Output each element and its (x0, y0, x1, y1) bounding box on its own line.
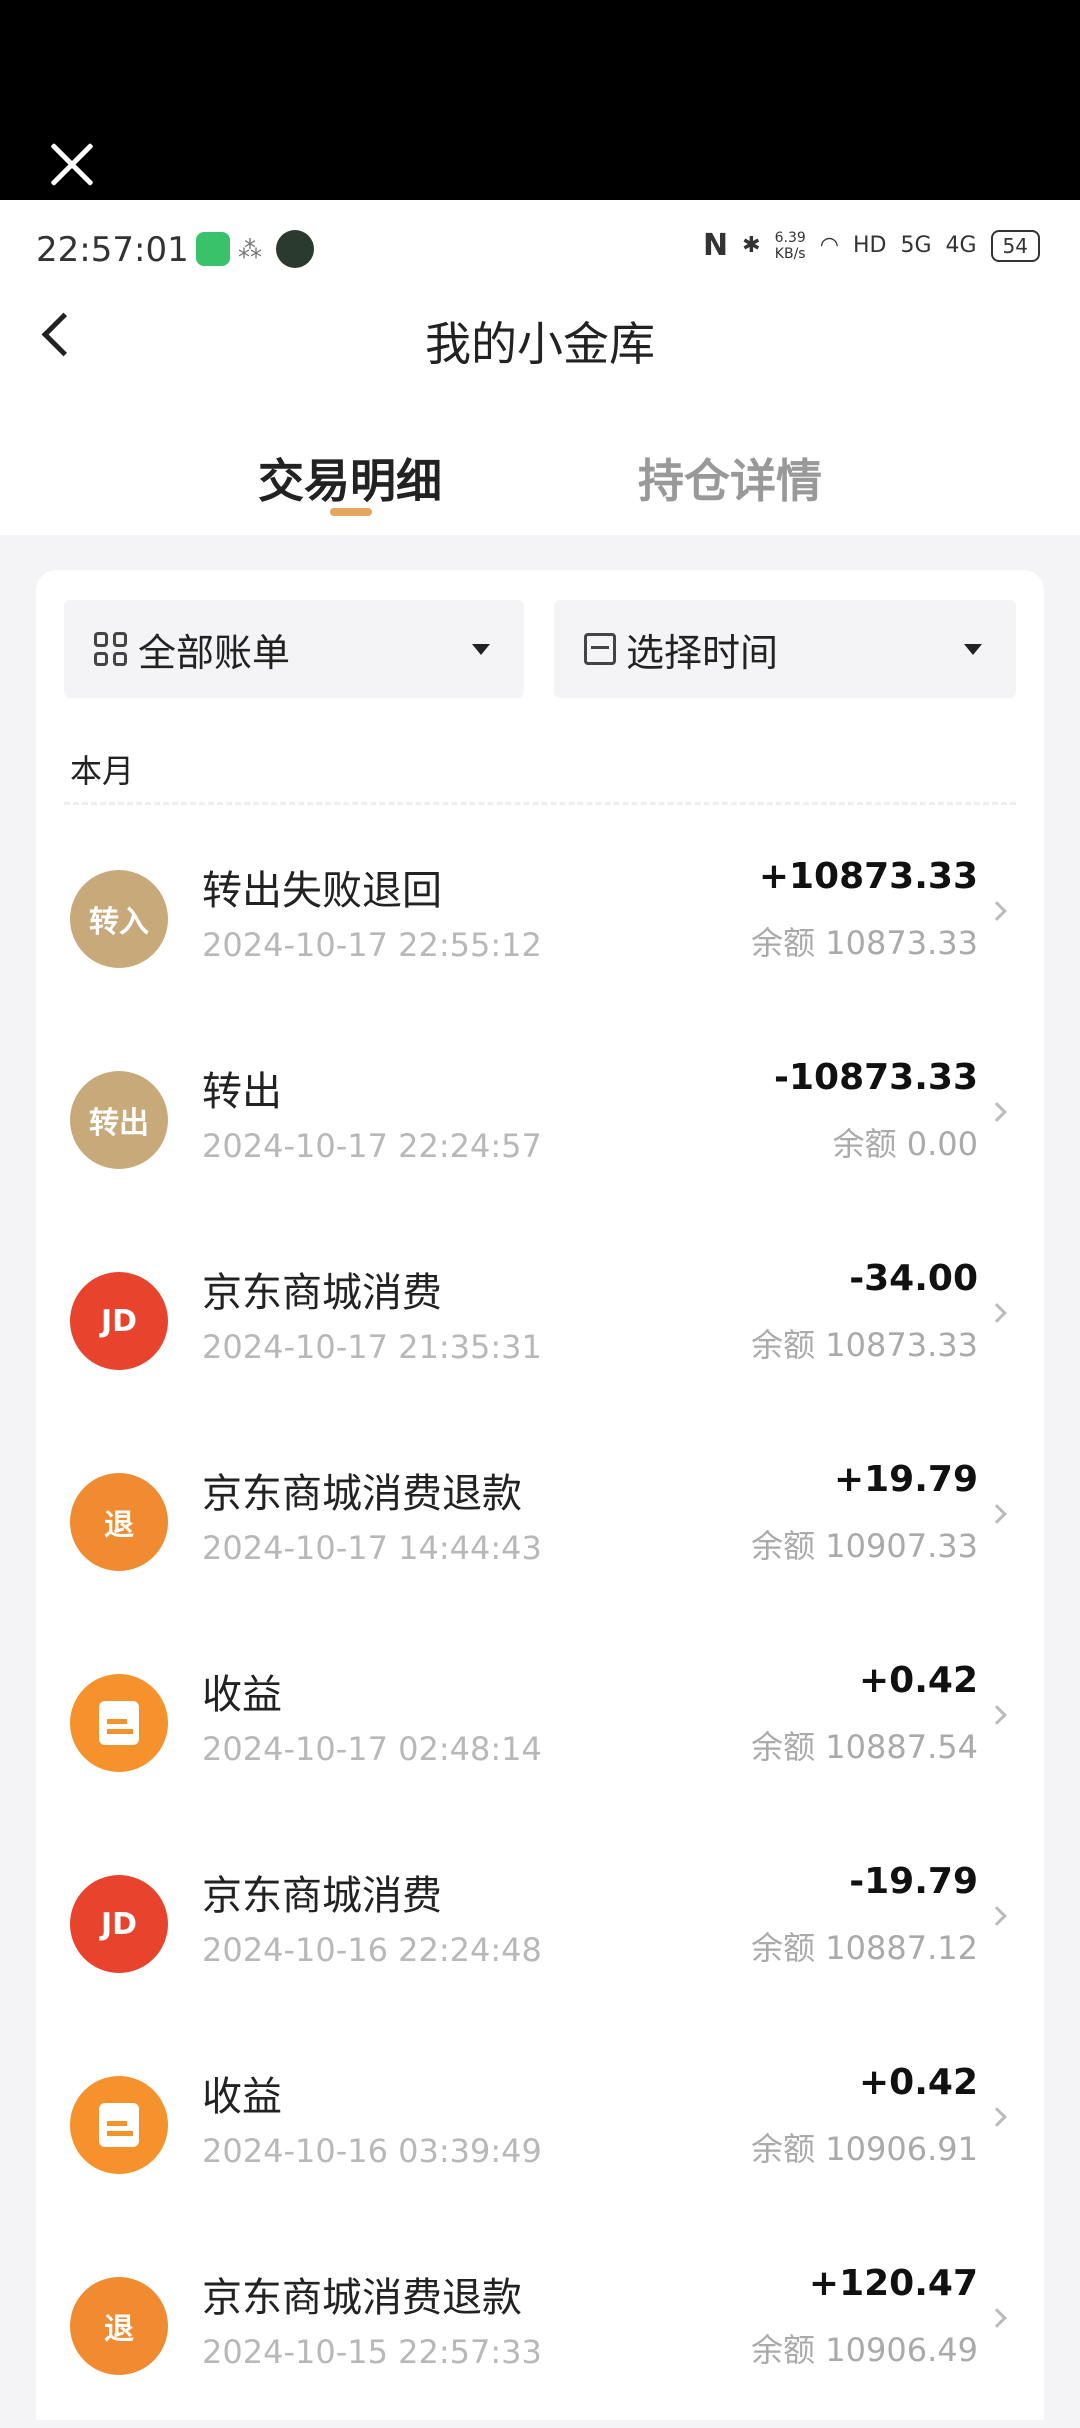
transaction-time: 2024-10-17 02:48:14 (202, 1730, 542, 1768)
caret-down-icon (472, 644, 490, 655)
grid-icon (94, 632, 128, 666)
app-header: 22:57:01 ⁂ N ✱ 6.39 KB/s ◠ HD 5G 4G 54 我… (0, 200, 1080, 535)
transaction-balance: 余额 10906.49 (751, 2331, 978, 2369)
tab-transactions[interactable]: 交易明细 (258, 445, 442, 511)
section-label: 本月 (70, 752, 135, 790)
transaction-amount: +0.42 (859, 2062, 978, 2103)
transaction-title: 京东商城消费 (202, 1270, 442, 1316)
transaction-amount: +120.47 (808, 2263, 978, 2304)
transaction-time: 2024-10-15 22:57:33 (202, 2333, 542, 2371)
transaction-amount: +0.42 (859, 1660, 978, 1701)
transaction-balance: 余额 10873.33 (751, 1326, 978, 1364)
transaction-balance: 余额 0.00 (832, 1125, 978, 1163)
transfer-in-icon: 转入 (70, 870, 168, 968)
refund-icon: 退 (70, 1473, 168, 1571)
transaction-row[interactable]: 退 京东商城消费退款 2024-10-15 22:57:33 +120.47 余… (36, 2227, 1044, 2428)
jd-icon: JD (70, 1272, 168, 1370)
transaction-title: 转出失败退回 (202, 868, 442, 914)
active-tab-indicator (330, 508, 372, 516)
viewer-overlay-bar (0, 0, 1080, 200)
status-time: 22:57:01 (36, 230, 189, 270)
transaction-amount: -19.79 (849, 1861, 978, 1902)
refund-icon: 退 (70, 2277, 168, 2375)
transaction-time: 2024-10-16 22:24:48 (202, 1931, 542, 1969)
caret-down-icon (964, 644, 982, 655)
dashed-divider (64, 802, 1016, 805)
app-notification-icon: ⁂ (238, 236, 262, 264)
transaction-balance: 余额 10907.33 (751, 1527, 978, 1565)
chevron-right-icon (987, 1303, 1007, 1323)
transaction-row[interactable]: 转出 转出 2024-10-17 22:24:57 -10873.33 余额 0… (36, 1021, 1044, 1222)
time-filter-label: 选择时间 (626, 630, 779, 675)
status-bar: 22:57:01 ⁂ N ✱ 6.39 KB/s ◠ HD 5G 4G 54 (0, 200, 1080, 300)
transaction-amount: +10873.33 (758, 856, 978, 897)
transaction-balance: 余额 10887.12 (751, 1929, 978, 1967)
net-speed: 6.39 KB/s (775, 230, 806, 262)
chevron-right-icon (987, 2107, 1007, 2127)
transaction-balance: 余额 10887.54 (751, 1728, 978, 1766)
avatar-notification-icon (276, 230, 314, 268)
bluetooth-icon: ✱ (742, 233, 761, 258)
transaction-list: 转入 转出失败退回 2024-10-17 22:55:12 +10873.33 … (36, 820, 1044, 2428)
chevron-right-icon (987, 1906, 1007, 1926)
transaction-row[interactable]: JD 京东商城消费 2024-10-16 22:24:48 -19.79 余额 … (36, 1825, 1044, 2026)
transaction-time: 2024-10-17 21:35:31 (202, 1328, 542, 1366)
calendar-icon (584, 633, 616, 665)
bill-type-label: 全部账单 (138, 630, 291, 675)
status-indicators: N ✱ 6.39 KB/s ◠ HD 5G 4G 54 (703, 228, 1040, 263)
chevron-right-icon (987, 1102, 1007, 1122)
transaction-time: 2024-10-16 03:39:49 (202, 2132, 542, 2170)
chevron-right-icon (987, 1705, 1007, 1725)
transaction-time: 2024-10-17 14:44:43 (202, 1529, 542, 1567)
battery-icon: 54 (990, 229, 1040, 262)
transactions-card: 全部账单 选择时间 本月 转入 转出失败退回 2024-10-17 22:55:… (36, 570, 1044, 2420)
document-icon (99, 1701, 139, 1745)
transaction-row[interactable]: 退 京东商城消费退款 2024-10-17 14:44:43 +19.79 余额… (36, 1423, 1044, 1624)
earnings-icon (70, 2076, 168, 2174)
hd-badge: HD (852, 233, 887, 258)
earnings-icon (70, 1674, 168, 1772)
transaction-row[interactable]: JD 京东商城消费 2024-10-17 21:35:31 -34.00 余额 … (36, 1222, 1044, 1423)
wifi-icon: ◠ (819, 233, 839, 258)
signal-5g: 5G (900, 233, 932, 258)
bill-type-filter[interactable]: 全部账单 (64, 600, 524, 698)
transaction-row[interactable]: 转入 转出失败退回 2024-10-17 22:55:12 +10873.33 … (36, 820, 1044, 1021)
time-filter[interactable]: 选择时间 (554, 600, 1016, 698)
transaction-balance: 余额 10906.91 (751, 2130, 978, 2168)
transaction-title: 收益 (202, 2074, 282, 2120)
document-icon (99, 2103, 139, 2147)
transaction-time: 2024-10-17 22:55:12 (202, 926, 542, 964)
chevron-right-icon (987, 901, 1007, 921)
transaction-amount: -10873.33 (774, 1057, 978, 1098)
transaction-row[interactable]: 收益 2024-10-17 02:48:14 +0.42 余额 10887.54 (36, 1624, 1044, 1825)
transaction-title: 京东商城消费退款 (202, 2275, 522, 2321)
transfer-out-icon: 转出 (70, 1071, 168, 1169)
chevron-right-icon (987, 1504, 1007, 1524)
transaction-title: 京东商城消费退款 (202, 1471, 522, 1517)
net-speed-unit: KB/s (774, 245, 806, 262)
wechat-notification-icon (196, 232, 230, 266)
transaction-time: 2024-10-17 22:24:57 (202, 1127, 542, 1165)
transaction-amount: -34.00 (849, 1258, 978, 1299)
signal-4g: 4G (945, 233, 977, 258)
nfc-icon: N (703, 228, 729, 263)
transaction-title: 转出 (202, 1069, 282, 1115)
close-icon[interactable] (44, 136, 100, 192)
tab-holdings[interactable]: 持仓详情 (638, 445, 822, 511)
net-speed-value: 6.39 (774, 229, 806, 246)
jd-icon: JD (70, 1875, 168, 1973)
page-title: 我的小金库 (425, 317, 655, 371)
transaction-amount: +19.79 (833, 1459, 978, 1500)
transaction-row[interactable]: 收益 2024-10-16 03:39:49 +0.42 余额 10906.91 (36, 2026, 1044, 2227)
transaction-title: 收益 (202, 1672, 282, 1718)
transaction-balance: 余额 10873.33 (751, 924, 978, 962)
chevron-right-icon (987, 2308, 1007, 2328)
transaction-title: 京东商城消费 (202, 1873, 442, 1919)
